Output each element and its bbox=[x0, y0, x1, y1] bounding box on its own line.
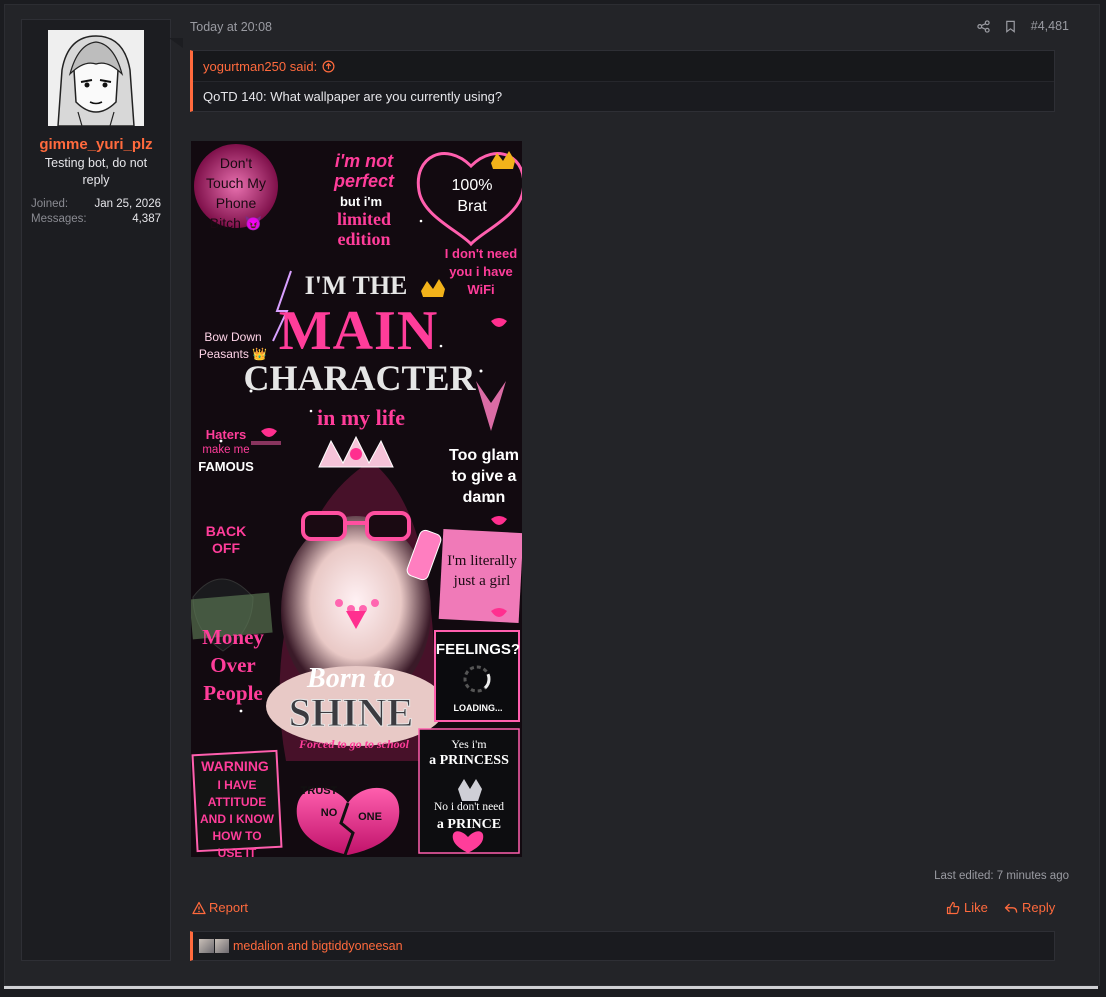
messages-value[interactable]: 4,387 bbox=[132, 213, 161, 225]
wp-im-the: I'M THE bbox=[304, 271, 408, 300]
joined-label: Joined: bbox=[31, 198, 69, 210]
avatar[interactable] bbox=[48, 30, 144, 126]
wp-back-off: BACK OFF bbox=[205, 523, 247, 556]
quote-author-link[interactable]: yogurtman250 said: bbox=[203, 59, 335, 74]
wp-famous: FAMOUS bbox=[198, 459, 254, 474]
wp-money: Money Over People bbox=[202, 625, 264, 705]
wp-literally: I'm literally just a girl bbox=[447, 553, 517, 589]
wp-no: NO bbox=[320, 807, 338, 819]
wp-attitude: I HAVE ATTITUDE AND I KNOW HOW TO USE IT bbox=[200, 778, 274, 857]
wp-trust: TRUST bbox=[300, 785, 338, 797]
wp-feelings: FEELINGS? bbox=[435, 641, 521, 658]
wp-dont-need: I don't need you i have WiFi bbox=[444, 246, 518, 297]
messages-label: Messages: bbox=[31, 213, 87, 225]
wp-make-me: make me bbox=[202, 444, 250, 456]
wp-shine: SHINE bbox=[288, 690, 414, 736]
reply-icon bbox=[1004, 903, 1018, 913]
report-label: Report bbox=[209, 900, 249, 915]
wp-prince: a PRINCE bbox=[436, 817, 502, 832]
post-number[interactable]: #4,481 bbox=[1031, 19, 1069, 33]
arrow-up-circle-icon[interactable] bbox=[322, 60, 335, 73]
wp-dont-touch: Don't Touch My Phone Bitch 😈 bbox=[206, 155, 266, 231]
wp-main: MAIN bbox=[278, 300, 439, 362]
share-icon[interactable] bbox=[977, 19, 990, 33]
user-arrow bbox=[169, 38, 183, 48]
post-time[interactable]: Today at 20:08 bbox=[190, 20, 272, 34]
reactions-bar: medalion and bigtiddyoneesan bbox=[190, 931, 1055, 961]
report-button[interactable]: Report bbox=[192, 900, 248, 915]
wp-yes-im: Yes i'm bbox=[451, 737, 487, 751]
bookmark-icon[interactable] bbox=[1004, 20, 1017, 33]
joined-value: Jan 25, 2026 bbox=[94, 198, 161, 210]
wp-in-my-life: in my life bbox=[317, 405, 405, 430]
wp-limited: limited edition bbox=[337, 209, 391, 249]
wallpaper-image[interactable]: Don't Touch My Phone Bitch 😈 i'm not per… bbox=[191, 141, 522, 857]
wp-brat: 100% Brat bbox=[451, 177, 493, 215]
wp-one: ONE bbox=[358, 811, 382, 823]
like-label: Like bbox=[964, 900, 988, 915]
quote-header: yogurtman250 said: bbox=[193, 51, 1054, 82]
user-title: Testing bot, do not reply bbox=[44, 156, 148, 187]
wp-too-glam: Too glam to give a damn bbox=[449, 447, 519, 506]
wp-no-need: No i don't need bbox=[433, 801, 505, 813]
wp-haters: Haters bbox=[205, 427, 247, 442]
divider bbox=[4, 986, 1098, 989]
like-button[interactable]: Like bbox=[946, 900, 988, 915]
wp-but-im: but i'm bbox=[339, 194, 383, 209]
post-actions: #4,481 bbox=[977, 19, 1069, 33]
wp-warning: WARNING bbox=[201, 758, 269, 774]
username[interactable]: gimme_yuri_plz bbox=[22, 136, 170, 153]
reply-label: Reply bbox=[1022, 900, 1056, 915]
reaction-avatars[interactable] bbox=[199, 939, 229, 953]
thumbs-up-icon bbox=[946, 901, 960, 914]
quote-block: yogurtman250 said: QoTD 140: What wallpa… bbox=[190, 50, 1055, 112]
user-info-panel: gimme_yuri_plz Testing bot, do not reply… bbox=[21, 19, 171, 961]
wp-character: CHARACTER bbox=[243, 358, 476, 398]
wp-bow-down: Bow Down Peasants 👑 bbox=[198, 330, 268, 361]
wp-not-perfect: i'm not perfect bbox=[333, 151, 395, 191]
quote-text: QoTD 140: What wallpaper are you current… bbox=[203, 89, 503, 104]
reaction-users[interactable]: medalion and bigtiddyoneesan bbox=[233, 939, 403, 953]
wp-princess: a PRINCESS bbox=[429, 753, 509, 768]
last-edited[interactable]: Last edited: 7 minutes ago bbox=[934, 870, 1069, 882]
reply-button[interactable]: Reply bbox=[1004, 900, 1055, 915]
wp-loading: LOADING... bbox=[453, 703, 503, 713]
warning-icon bbox=[192, 901, 206, 914]
quote-author[interactable]: yogurtman250 said: bbox=[203, 59, 317, 74]
wp-forced: Forced to go to school bbox=[299, 737, 409, 751]
